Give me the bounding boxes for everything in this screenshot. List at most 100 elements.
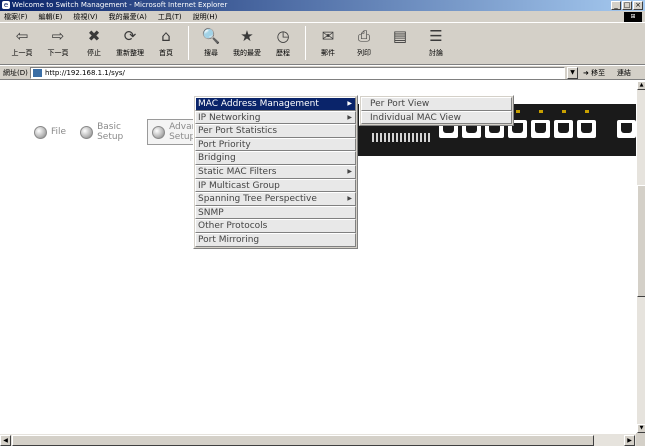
led-icon [562,110,566,113]
menu-item-label: Other Protocols [198,221,268,232]
toolbar-button-label: 歷程 [276,49,290,57]
menu-item-label: MAC Address Management [198,99,319,109]
address-label: 網址(D) [3,69,28,77]
menu-view[interactable]: 檢視(V) [73,12,97,22]
toolbar-button[interactable]: ★ 我的最愛 [229,23,265,63]
toolbar-button[interactable]: ◷ 歷程 [265,23,301,63]
scroll-left-button[interactable]: ◀ [0,435,11,446]
menu-item[interactable]: Other Protocols [195,219,356,233]
vertical-scroll-thumb[interactable] [637,185,645,297]
menu-item[interactable]: IP Networking ▶ [195,110,356,125]
toolbar: ⇦ 上一頁 ⇨ 下一頁 ✖ 停止 ⟳ 重新整理 ⌂ 首頁 🔍 搜尋 ★ 我的最愛 ◷ 歷程 ✉ 郵件 ⎙ 列印 ▤ ☰ 討論 [0,23,645,65]
port-icon [617,120,636,138]
toolbar-button[interactable]: ⇦ 上一頁 [4,23,40,63]
menu-edit[interactable]: 編輯(E) [39,12,63,22]
toolbar-button[interactable]: ⌂ 首頁 [148,23,184,63]
menu-item[interactable]: Per Port Statistics [195,124,356,138]
search-icon: 🔍 [201,27,221,45]
window-title-bar: e Welcome to Switch Management - Microso… [0,0,645,11]
menu-tools[interactable]: 工具(T) [158,12,182,22]
menu-help[interactable]: 說明(H) [193,12,218,22]
go-label: 移至 [591,69,606,77]
submenu-arrow-icon: ▶ [347,167,352,175]
address-url: http://192.168.1.1/sys/ [45,69,125,77]
nav-file-button[interactable]: File [34,125,67,139]
menu-item[interactable]: Port Priority [195,137,356,152]
windows-logo-icon: ⊞ [624,12,642,22]
toolbar-button-label: 我的最愛 [233,49,261,57]
address-bar: 網址(D) http://192.168.1.1/sys/ ▼ ➜ 移至 連結 [0,66,645,80]
menu-item-label: Per Port Statistics [198,126,278,137]
menu-favorites[interactable]: 我的最愛(A) [109,12,147,22]
maximize-button[interactable]: □ [622,1,632,10]
stop-icon: ✖ [87,27,101,45]
home-icon: ⌂ [161,27,171,45]
toolbar-button-label: 郵件 [321,49,335,57]
toolbar-button[interactable]: ⇨ 下一頁 [40,23,76,63]
menu-item-label: IP Multicast Group [198,180,280,191]
menu-item[interactable]: MAC Address Management ▶ [195,97,356,111]
menu-bar: 檔案(F) 編輯(E) 檢視(V) 我的最愛(A) 工具(T) 說明(H) ⊞ [0,11,645,23]
toolbar-button[interactable]: ⟳ 重新整理 [112,23,148,63]
menu-item-label: Bridging [198,153,236,164]
toolbar-button-label: 上一頁 [11,49,33,57]
nav-file-label: File [51,127,67,137]
menu-item-label: IP Networking [198,112,261,123]
nav-basic-setup-label: Basic Setup [97,122,124,142]
mail-icon: ✉ [321,27,335,45]
toolbar-button-label: 下一頁 [47,49,69,57]
menu-item[interactable]: SNMP [195,205,356,220]
links-button[interactable]: 連結 [617,67,631,79]
menu-item[interactable]: Static MAC Filters ▶ [195,164,356,179]
toolbar-button[interactable]: ✖ 停止 [76,23,112,63]
scrollbar-corner [636,433,645,446]
horizontal-scrollbar[interactable]: ◀ ▶ [0,433,636,446]
menu-file[interactable]: 檔案(F) [4,12,28,22]
submenu-arrow-icon: ▶ [347,100,352,107]
go-button[interactable]: ➜ 移至 [583,67,605,79]
menu-item-label: SNMP [198,207,224,218]
window-controls: _ □ × [611,1,643,10]
menu-item-label: Port Priority [198,139,251,150]
toolbar-button-label: 首頁 [159,49,173,57]
submenu-arrow-icon: ▶ [347,195,352,203]
page-icon [33,69,42,77]
vertical-scrollbar[interactable]: ▲ ▼ [636,81,645,433]
menu-item[interactable]: Spanning Tree Perspective ▶ [195,192,356,206]
address-input[interactable]: http://192.168.1.1/sys/ [30,67,565,79]
port-icon [577,120,596,138]
port-icon [554,120,573,138]
toolbar-button[interactable]: ▤ [382,23,418,63]
close-button[interactable]: × [633,1,643,10]
toolbar-button[interactable]: ✉ 郵件 [310,23,346,63]
radio-icon [34,125,47,139]
toolbar-separator [188,26,189,60]
scroll-down-button[interactable]: ▼ [637,424,645,433]
toolbar-button-label: 列印 [357,49,371,57]
led-icon [516,110,520,113]
horizontal-scroll-thumb[interactable] [12,435,594,446]
toolbar-button[interactable]: ⎙ 列印 [346,23,382,63]
nav-basic-setup-button[interactable]: Basic Setup [80,122,133,142]
toolbar-button[interactable]: 🔍 搜尋 [193,23,229,63]
toolbar-button-label: 討論 [429,49,443,57]
led-icon [585,110,589,113]
led-icon [539,110,543,113]
scroll-right-button[interactable]: ▶ [624,435,635,446]
window-title: Welcome to Switch Management - Microsoft… [12,1,228,9]
menu-item[interactable]: Bridging [195,151,356,165]
submenu-individual-mac-view[interactable]: Individual MAC View [361,110,512,125]
menu-item-label: Spanning Tree Perspective [198,194,317,205]
menu-item[interactable]: IP Multicast Group [195,178,356,193]
history-icon: ◷ [276,27,290,45]
scroll-up-button[interactable]: ▲ [637,81,645,90]
toolbar-separator [305,26,306,60]
minimize-button[interactable]: _ [611,1,621,10]
ie-icon: e [2,1,10,9]
toolbar-button[interactable]: ☰ 討論 [418,23,454,63]
address-dropdown-button[interactable]: ▼ [567,67,578,79]
mac-address-submenu: Per Port View Individual MAC View [359,95,514,127]
menu-item[interactable]: Port Mirroring [195,232,356,247]
submenu-per-port-view[interactable]: Per Port View [361,97,512,111]
advanced-setup-menu: MAC Address Management ▶ IP Networking ▶ Per… [193,95,358,249]
